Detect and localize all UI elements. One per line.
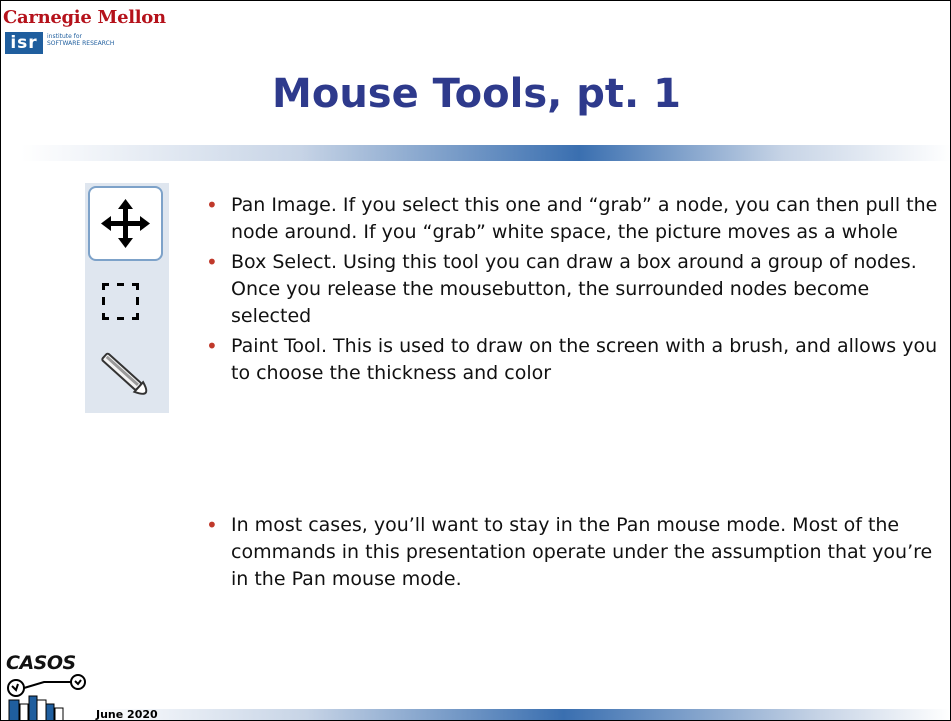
casos-logo-graphic: [7, 674, 86, 720]
slide: Carnegie Mellon isr institute for SOFTWA…: [0, 0, 951, 721]
isr-logo-mark: isr: [5, 32, 43, 54]
bullet-icon: •: [206, 334, 218, 358]
pan-move-icon: [101, 199, 150, 248]
list-item: • Box Select. Using this tool you can dr…: [206, 249, 941, 330]
slide-title: Mouse Tools, pt. 1: [272, 71, 681, 117]
footer-date: June 2020: [96, 708, 158, 721]
isr-logo-text: institute for SOFTWARE RESEARCH: [47, 33, 115, 47]
bullet-icon: •: [206, 193, 218, 217]
usage-note: • In most cases, you’ll want to stay in …: [206, 512, 941, 593]
pan-tool-button[interactable]: [88, 186, 163, 261]
mouse-toolbox: [85, 183, 169, 413]
title-divider: [21, 145, 950, 161]
tool-descriptions: • Pan Image. If you select this one and …: [206, 192, 941, 390]
casos-logo: CASOS: [6, 652, 86, 720]
carnegie-mellon-logo: Carnegie Mellon: [3, 7, 166, 28]
paint-tool-button[interactable]: [88, 341, 163, 416]
usage-note-text: In most cases, you’ll want to stay in th…: [231, 514, 933, 590]
box-select-icon: [102, 283, 139, 320]
casos-logo-text: CASOS: [6, 652, 76, 674]
bullet-icon: •: [206, 250, 218, 274]
box-select-tool-button[interactable]: [88, 273, 163, 348]
bullet-text-pan: Pan Image. If you select this one and “g…: [231, 194, 938, 243]
list-item: • Paint Tool. This is used to draw on th…: [206, 333, 941, 387]
bullet-text-box-select: Box Select. Using this tool you can draw…: [231, 251, 917, 327]
bullet-text-paint: Paint Tool. This is used to draw on the …: [231, 335, 938, 384]
bullet-icon: •: [206, 513, 218, 537]
list-item: • Pan Image. If you select this one and …: [206, 192, 941, 246]
paint-brush-icon: [101, 352, 148, 395]
list-item: • In most cases, you’ll want to stay in …: [206, 512, 941, 593]
footer-divider: [91, 709, 950, 720]
